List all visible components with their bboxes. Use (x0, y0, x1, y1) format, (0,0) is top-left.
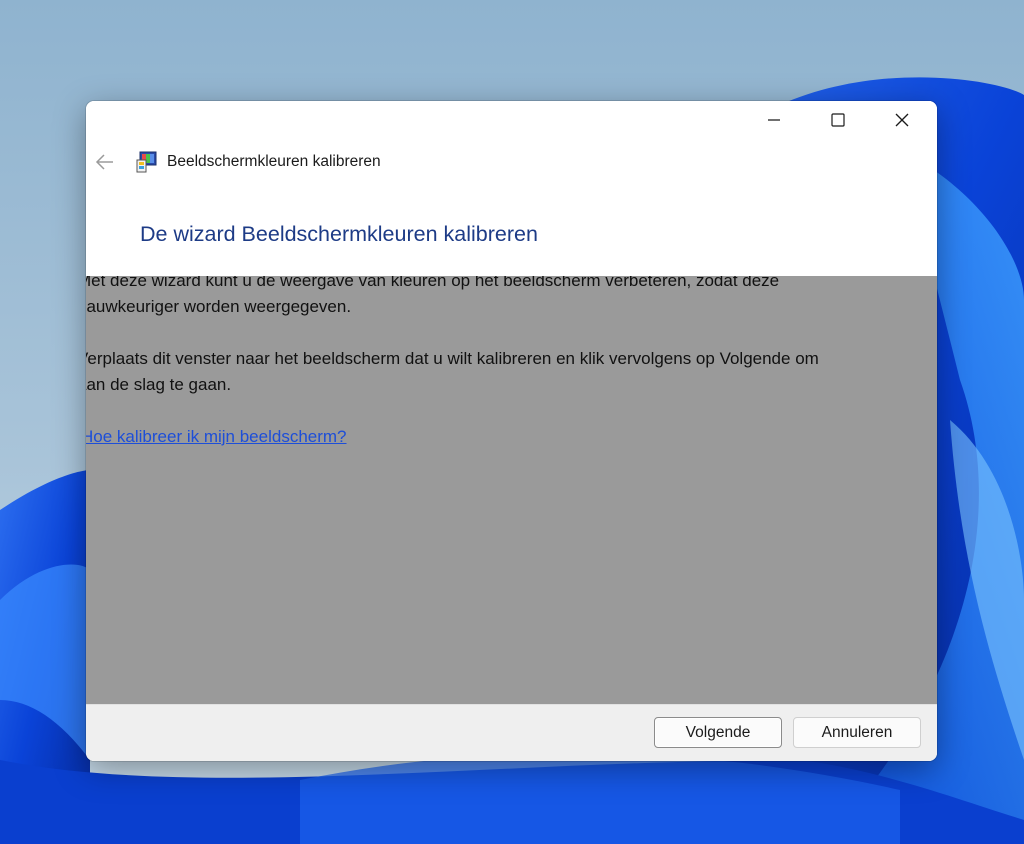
close-button[interactable] (870, 101, 934, 139)
back-arrow-icon[interactable] (94, 151, 116, 173)
calibration-wizard-window: Beeldschermkleuren kalibreren De wizard … (86, 101, 937, 761)
minimize-icon (768, 119, 780, 121)
instruction-paragraph-line: Verplaats dit venster naar het beeldsche… (86, 349, 819, 368)
maximize-button[interactable] (806, 101, 870, 139)
instruction-paragraph-line: aan de slag te gaan. (86, 375, 232, 394)
wizard-content-area: Met deze wizard kunt u de weergave van k… (86, 276, 937, 704)
minimize-button[interactable] (742, 101, 806, 139)
close-icon (895, 113, 909, 127)
window-title: Beeldschermkleuren kalibreren (167, 153, 381, 170)
help-link[interactable]: Hoe kalibreer ik mijn beeldscherm? (86, 424, 347, 450)
maximize-icon (831, 113, 845, 127)
next-button[interactable]: Volgende (654, 717, 782, 748)
wizard-heading: De wizard Beeldschermkleuren kalibreren (140, 222, 538, 246)
intro-paragraph-line: Met deze wizard kunt u de weergave van k… (86, 276, 780, 290)
display-color-calibration-icon (136, 151, 157, 173)
intro-paragraph-line: nauwkeuriger worden weergegeven. (86, 297, 352, 316)
wizard-footer: Volgende Annuleren (86, 704, 937, 761)
cancel-button[interactable]: Annuleren (793, 717, 921, 748)
